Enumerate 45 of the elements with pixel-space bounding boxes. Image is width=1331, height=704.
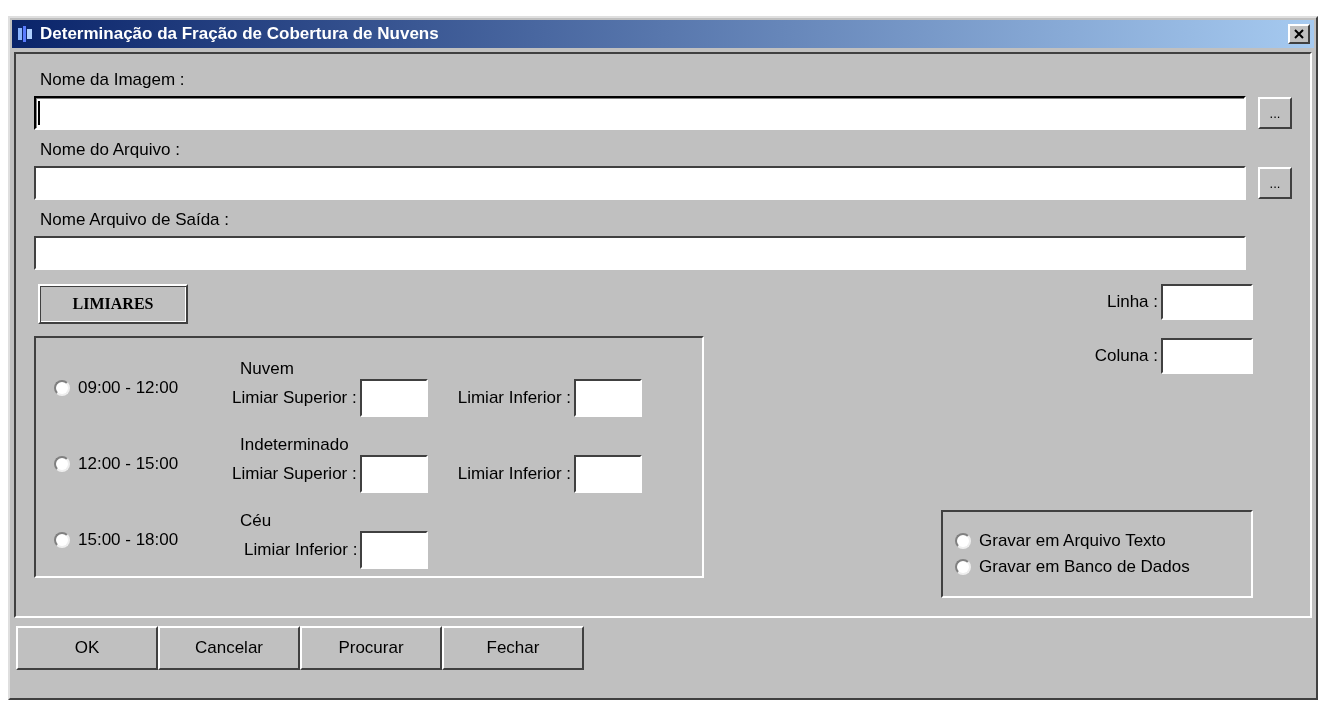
- field-label: Coluna :: [1094, 346, 1158, 366]
- radio-option[interactable]: Gravar em Banco de Dados: [955, 557, 1251, 577]
- radio-button[interactable]: [54, 456, 70, 472]
- radio-option[interactable]: 15:00 - 18:00: [54, 530, 232, 550]
- field-label: Linha :: [1106, 292, 1158, 312]
- window-title: Determinação da Fração de Cobertura de Nuvens: [40, 24, 440, 44]
- input-field[interactable]: [34, 166, 1246, 200]
- close-icon: [1294, 29, 1304, 39]
- field-label: Limiar Inferior :: [457, 388, 572, 408]
- input-field[interactable]: [574, 379, 643, 417]
- radio-button[interactable]: [54, 532, 70, 548]
- input-field[interactable]: [359, 455, 428, 493]
- radio-button[interactable]: [54, 380, 70, 396]
- close-button[interactable]: [1288, 24, 1310, 44]
- input-field[interactable]: [1161, 284, 1253, 320]
- field-label: Nome Arquivo de Saída :: [39, 209, 230, 230]
- radio-button[interactable]: [955, 533, 971, 549]
- input-field[interactable]: [360, 531, 429, 569]
- class-label: Indeterminado: [239, 435, 350, 455]
- input-field[interactable]: [34, 96, 1246, 130]
- input-field[interactable]: [574, 455, 643, 493]
- text-cursor: [38, 101, 40, 125]
- section-heading: LIMIARES: [38, 284, 188, 324]
- app-icon: [16, 25, 34, 43]
- field-label: Limiar Inferior :: [244, 540, 358, 560]
- browse-button[interactable]: ...: [1258, 97, 1292, 129]
- radio-option[interactable]: 12:00 - 15:00: [54, 454, 232, 474]
- radio-option[interactable]: 09:00 - 12:00: [54, 378, 232, 398]
- dialog-button[interactable]: Fechar: [442, 626, 584, 670]
- input-field[interactable]: [34, 236, 1246, 270]
- field-label: Nome do Arquivo :: [39, 139, 181, 160]
- field-label: Limiar Superior :: [232, 464, 357, 484]
- dialog-button[interactable]: Cancelar: [158, 626, 300, 670]
- input-field[interactable]: [359, 379, 428, 417]
- class-label: Céu: [239, 511, 273, 531]
- field-label: Limiar Inferior :: [457, 464, 572, 484]
- browse-button[interactable]: ...: [1258, 167, 1292, 199]
- radio-option[interactable]: Gravar em Arquivo Texto: [955, 531, 1251, 551]
- input-field[interactable]: [1161, 338, 1253, 374]
- dialog-button[interactable]: OK: [16, 626, 158, 670]
- field-label: Limiar Superior :: [232, 388, 357, 408]
- radio-button[interactable]: [955, 559, 971, 575]
- class-label: Nuvem: [239, 359, 295, 379]
- dialog-button[interactable]: Procurar: [300, 626, 442, 670]
- field-label: Nome da Imagem :: [39, 69, 186, 90]
